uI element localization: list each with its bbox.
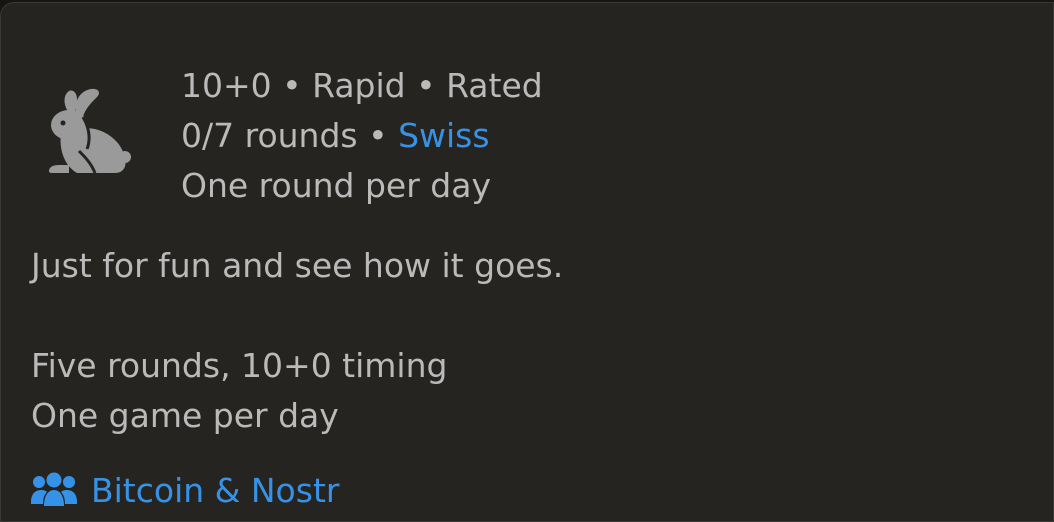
setup-line: 10+0 • Rapid • Rated [181,61,543,111]
rabbit-icon [49,88,131,174]
bullet-separator: • [416,66,436,105]
bullet-separator: • [368,116,388,155]
tournament-meta: 10+0 • Rapid • Rated 0/7 rounds • Swiss … [181,61,543,211]
bullet-separator: • [282,66,302,105]
rounds-line: 0/7 rounds • Swiss [181,111,543,161]
rated-text: Rated [446,66,543,105]
team-icon [31,472,77,506]
schedule-line: One round per day [181,166,491,205]
description-line: Just for fun and see how it goes. [31,246,564,285]
swiss-link[interactable]: Swiss [398,116,490,155]
tournament-header: 10+0 • Rapid • Rated 0/7 rounds • Swiss … [1,3,1054,223]
tournament-info-panel: 10+0 • Rapid • Rated 0/7 rounds • Swiss … [0,2,1054,522]
rounds-text: 0/7 rounds [181,116,358,155]
clock-text: 10+0 [181,66,272,105]
tournament-description: Just for fun and see how it goes. Five r… [31,241,563,441]
description-line: Five rounds, 10+0 timing [31,346,448,385]
team-link[interactable]: Bitcoin & Nostr [91,471,339,510]
team-link-row[interactable]: Bitcoin & Nostr [31,466,339,516]
description-line: One game per day [31,396,339,435]
speed-text: Rapid [312,66,406,105]
